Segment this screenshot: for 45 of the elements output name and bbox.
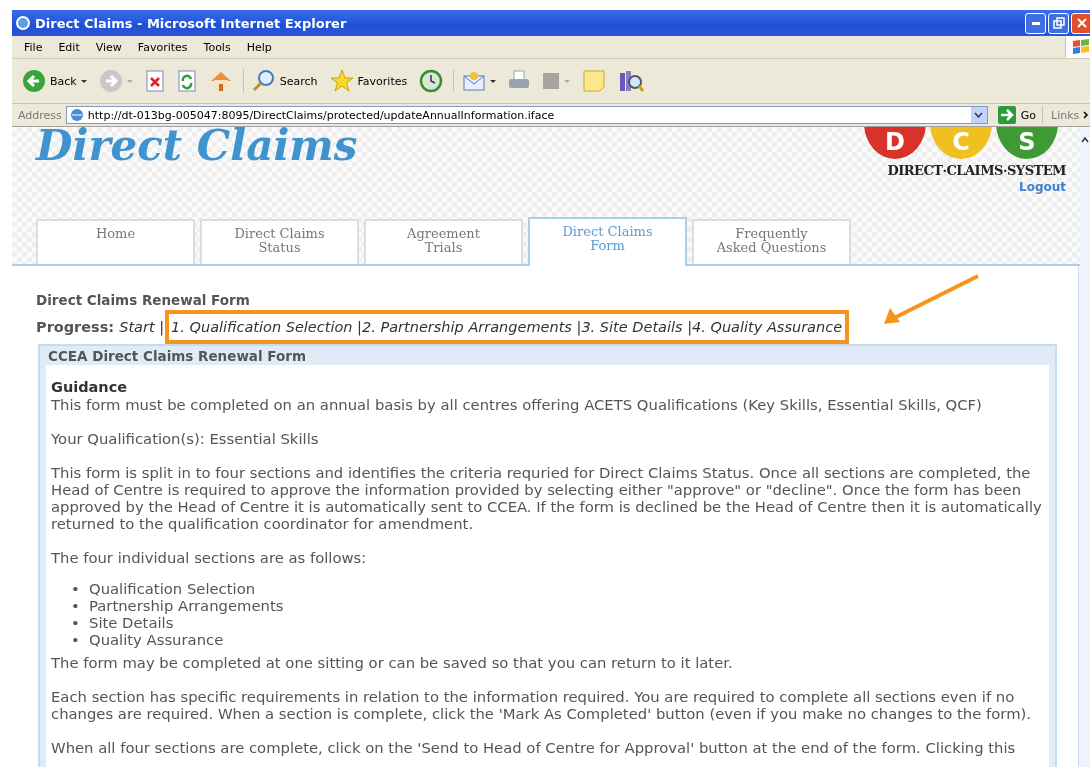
paragraph: The four individual sections are as follows: — [51, 549, 368, 566]
nav-tab[interactable]: Agreement Trials — [364, 219, 523, 264]
favorites-button[interactable]: Favorites — [327, 69, 410, 93]
site-title: Direct Claims — [36, 127, 358, 171]
logo-text: DIRECT·CLAIMS·SYSTEM — [887, 163, 1066, 178]
search-button[interactable]: Search — [242, 69, 320, 93]
panel-title: CCEA Direct Claims Renewal Form — [47, 347, 307, 365]
progress-steps: 1. Qualification Selection |2. Partnership Arrangements |3. Site Details |4. Quality Assurance — [171, 319, 843, 335]
bullet: • — [71, 614, 77, 631]
go-button[interactable]: Go — [991, 106, 1044, 124]
progress-step: Start | — [119, 319, 165, 335]
bullet: • — [71, 631, 77, 648]
section-list-item: Quality Assurance — [89, 631, 224, 648]
address-field[interactable]: http://dt-013bg-005047:8095/DirectClaims/protected/updateAnnualInformation.iface — [65, 106, 988, 124]
paragraph: Each section has specific requirements in relation to the information required. You are required to complete all sections even if no changes are required. When a section is complete, click the 'Mark As Completed' button (even if you make no changes to the form). — [51, 688, 1033, 722]
logo-letter: C — [952, 129, 970, 155]
menu-item[interactable]: File — [24, 40, 43, 54]
paragraph: The form may be completed at one sitting or can be saved so that you can return to it later. — [51, 654, 734, 671]
guidance-heading: Guidance — [51, 379, 129, 396]
window-title: Direct Claims - Microsoft Internet Explorer — [35, 15, 348, 31]
menu-item[interactable]: View — [95, 40, 122, 54]
nav-tab[interactable]: Direct Claims Status — [200, 219, 359, 264]
menu-item[interactable]: Tools — [203, 40, 231, 54]
progress-label: Progress: — [36, 319, 115, 335]
section-list-item: Qualification Selection — [89, 580, 256, 597]
bullet: • — [71, 580, 77, 597]
back-button[interactable]: Back — [20, 69, 89, 93]
address-label: Address — [18, 108, 62, 122]
nav-tab[interactable]: Home — [36, 219, 195, 264]
paragraph: This form must be completed on an annual basis by all centres offering ACETS Qualifications (Key Skills, Essential Skills, QCF) — [51, 396, 983, 413]
menu-item[interactable]: Help — [246, 40, 272, 54]
paragraph: This form is split in to four sections and identifies the criteria requried for Direct Claims Status. Once all sections are completed, the Head of Centre is required to approve the information provided by selecting either "approve" or "decline". Once the form has been approved by the Head of Centre it is automatically sent to CCEA. If the form is declined be the Head of Centre then it is automatically returned to the qualification coordinator for amendment. — [51, 464, 1043, 532]
section-list-item: Partnership Arrangements — [89, 597, 284, 614]
section-list-item: Site Details — [89, 614, 174, 631]
paragraph: When all four sections are complete, click on the 'Send to Head of Centre for Approval' button at the end of the form. Clicking this — [51, 739, 1017, 756]
logo-letter: D — [885, 129, 905, 155]
links-button[interactable]: Links — [1051, 108, 1080, 122]
menu-item[interactable]: Favorites — [137, 40, 188, 54]
form-title: Direct Claims Renewal Form — [36, 292, 251, 308]
paragraph: Your Qualification(s): Essential Skills — [51, 430, 320, 447]
menu-item[interactable]: Edit — [58, 40, 80, 54]
logout-link[interactable]: Logout — [1019, 180, 1066, 194]
nav-tab[interactable]: Frequently Asked Questions — [692, 219, 851, 264]
bullet: • — [71, 597, 77, 614]
logo-letter: S — [1018, 129, 1036, 155]
